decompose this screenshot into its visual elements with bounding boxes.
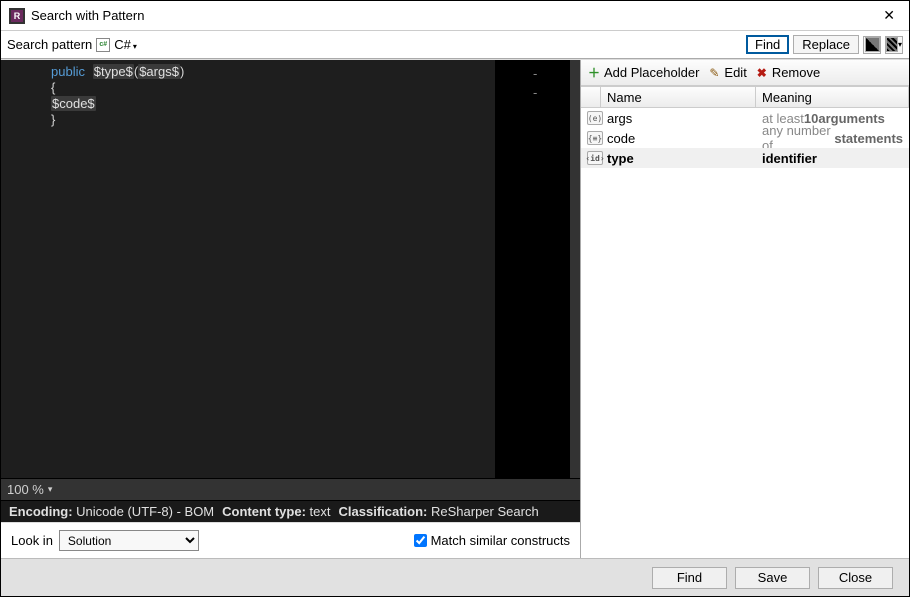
encoding-label: Encoding:	[9, 504, 73, 519]
code-brace-open: {	[51, 80, 55, 95]
add-placeholder-button[interactable]: ＋ Add Placeholder	[587, 65, 699, 80]
remove-placeholder-label: Remove	[772, 65, 820, 80]
zoom-level: 100 %	[7, 482, 44, 497]
code-paren-close: )	[180, 64, 184, 79]
language-dropdown[interactable]: C#	[114, 37, 137, 52]
column-meaning-header[interactable]: Meaning	[756, 87, 909, 107]
scrollbar-track[interactable]	[570, 60, 580, 478]
main-area: public $type$($args$) { $code$ } -- 100 …	[1, 59, 909, 558]
code-editor[interactable]: public $type$($args$) { $code$ }	[1, 60, 496, 478]
remove-placeholder-button[interactable]: ✖ Remove	[755, 65, 820, 80]
add-placeholder-label: Add Placeholder	[604, 65, 699, 80]
minimap-marks: --	[533, 66, 537, 100]
window-title: Search with Pattern	[31, 8, 877, 23]
footer-close-button[interactable]: Close	[818, 567, 893, 589]
code-keyword: public	[51, 64, 85, 79]
column-name-header[interactable]: Name	[601, 87, 756, 107]
code-minimap: --	[496, 60, 570, 478]
top-toolbar: Search pattern c# C# Find Replace ▾	[1, 31, 909, 59]
editor-info-bar: Encoding: Unicode (UTF-8) - BOM Content …	[1, 500, 580, 522]
edit-placeholder-label: Edit	[724, 65, 746, 80]
footer-find-button[interactable]: Find	[652, 567, 727, 589]
code-placeholder-type: $type$	[93, 64, 134, 79]
look-in-label: Look in	[11, 533, 53, 548]
look-in-bar: Look in Solution Match similar construct…	[1, 522, 580, 558]
layout-toggle-2[interactable]: ▾	[885, 36, 903, 54]
code-brace-close: }	[51, 112, 55, 127]
match-similar-checkbox-input[interactable]	[414, 534, 427, 547]
edit-placeholder-button[interactable]: ✎ Edit	[707, 65, 746, 80]
zoom-dropdown-icon[interactable]: ▾	[48, 484, 53, 495]
right-pane: ＋ Add Placeholder ✎ Edit ✖ Remove Name M…	[581, 60, 909, 558]
layout-toggle-1[interactable]	[863, 36, 881, 54]
close-window-button[interactable]: ✕	[877, 5, 901, 26]
cross-icon: ✖	[755, 66, 769, 80]
match-similar-check[interactable]: Match similar constructs	[414, 533, 570, 548]
classification-value: ReSharper Search	[431, 504, 539, 519]
editor-wrap: public $type$($args$) { $code$ } -- 100 …	[1, 60, 580, 522]
code-placeholder-code: $code$	[51, 96, 96, 111]
classification-label: Classification:	[339, 504, 428, 519]
language-file-icon: c#	[96, 38, 110, 52]
code-placeholder-args: $args$	[138, 64, 180, 79]
search-pattern-label: Search pattern	[7, 37, 92, 52]
match-similar-label: Match similar constructs	[431, 533, 570, 548]
placeholder-table: (e) args at least 10 arguments {≡} code …	[581, 108, 909, 558]
layout-icon-b	[886, 37, 898, 52]
plus-icon: ＋	[587, 66, 601, 80]
placeholder-row-code[interactable]: {≡} code any number of statements	[581, 128, 909, 148]
zoom-bar: 100 % ▾	[1, 478, 580, 500]
placeholder-name: type	[601, 150, 756, 167]
placeholder-name: args	[601, 110, 756, 127]
look-in-select[interactable]: Solution	[59, 530, 199, 551]
title-bar: R Search with Pattern ✕	[1, 1, 909, 31]
app-icon: R	[9, 8, 25, 24]
chevron-down-icon: ▾	[898, 40, 902, 49]
footer-save-button[interactable]: Save	[735, 567, 810, 589]
content-type-value: text	[310, 504, 331, 519]
placeholder-row-type[interactable]: ‹id› type identifier	[581, 148, 909, 168]
left-pane: public $type$($args$) { $code$ } -- 100 …	[1, 60, 581, 558]
encoding-value: Unicode (UTF-8) - BOM	[76, 504, 214, 519]
placeholder-toolbar: ＋ Add Placeholder ✎ Edit ✖ Remove	[581, 60, 909, 86]
pencil-icon: ✎	[707, 66, 721, 80]
find-tab[interactable]: Find	[746, 35, 789, 54]
dialog-footer: Find Save Close	[1, 558, 909, 596]
placeholder-name: code	[601, 130, 756, 147]
layout-icon-a	[865, 37, 880, 52]
placeholder-table-header: Name Meaning	[581, 86, 909, 108]
replace-tab[interactable]: Replace	[793, 35, 859, 54]
placeholder-meaning: identifier	[756, 150, 909, 167]
content-type-label: Content type:	[222, 504, 306, 519]
